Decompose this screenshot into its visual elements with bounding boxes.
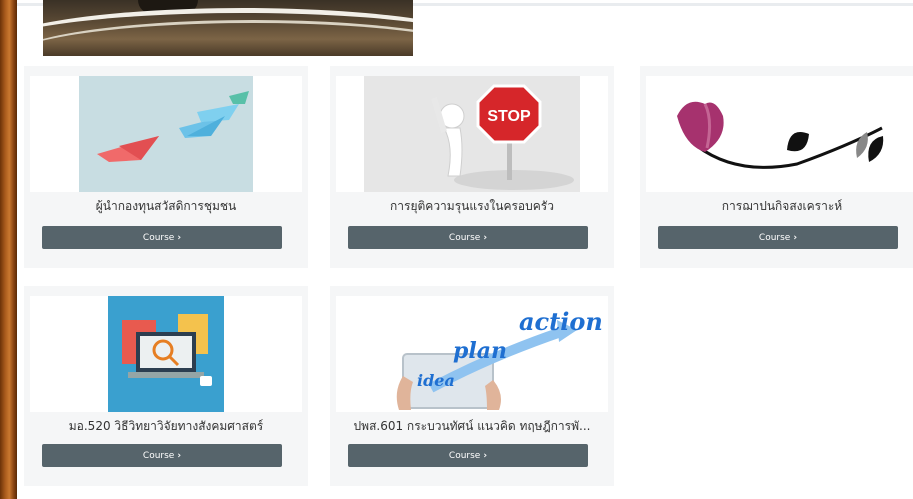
chevron-right-icon: › [793,232,798,243]
course-button-label: Course [142,450,175,461]
course-button-label: Course [758,232,791,243]
course-button[interactable]: Course › [658,226,898,249]
chevron-right-icon: › [483,232,488,243]
course-title[interactable]: ผู้นำกองทุนสวัสดิการชุมชน [24,197,308,216]
chevron-right-icon: › [177,232,182,243]
word-idea: idea [417,371,455,390]
course-button[interactable]: Course › [42,444,282,467]
course-title[interactable]: มอ.520 วิธีวิทยาวิจัยทางสังคมศาสตร์ [24,417,308,436]
word-plan: plan [453,338,507,364]
course-button[interactable]: Course › [42,226,282,249]
paper-boats-image[interactable] [79,76,253,192]
header-banner-image [43,0,413,56]
course-title[interactable]: การฌาปนกิจสงเคราะห์ [640,197,913,216]
course-card: การฌาปนกิจสงเคราะห์ Course › [640,66,913,268]
course-button-label: Course [448,232,481,243]
course-title[interactable]: ปพส.601 กระบวนทัศน์ แนวคิด ทฤษฎีการพั... [330,417,614,436]
course-title[interactable]: การยุติความรุนแรงในครอบครัว [330,197,614,216]
course-card: มอ.520 วิธีวิทยาวิจัยทางสังคมศาสตร์ Cour… [24,286,308,486]
research-laptop-image[interactable] [108,296,224,412]
wood-side-panel [0,0,17,499]
chevron-right-icon: › [483,450,488,461]
stop-sign-text: STOP [487,108,531,125]
course-card: ผู้นำกองทุนสวัสดิการชุมชน Course › [24,66,308,268]
idea-plan-action-image[interactable]: idea plan action [341,296,603,412]
course-button[interactable]: Course › [348,226,588,249]
stop-sign-image[interactable]: STOP [364,76,580,192]
course-button-label: Course [142,232,175,243]
chevron-right-icon: › [177,450,182,461]
course-button[interactable]: Course › [348,444,588,467]
course-button-label: Course [448,450,481,461]
flower-vine-image[interactable] [657,76,907,192]
course-card: idea plan action ปพส.601 กระบวนทัศน์ แนว… [330,286,614,486]
course-card: STOP การยุติความรุนแรงในครอบครัว Course › [330,66,614,268]
word-action: action [519,307,603,336]
